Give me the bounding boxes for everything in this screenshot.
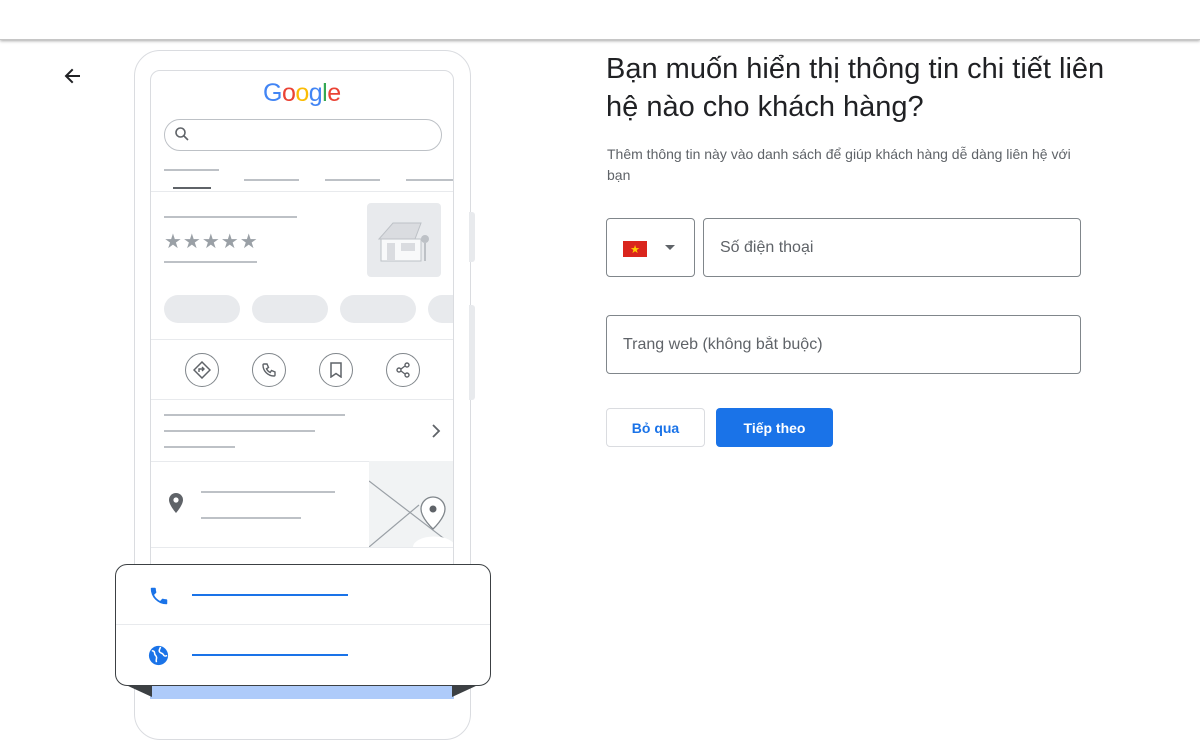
search-icon — [175, 127, 189, 141]
contact-website-row — [116, 625, 490, 685]
placeholder-line — [201, 491, 335, 493]
google-logo: Google — [263, 79, 341, 107]
page-title: Bạn muốn hiển thị thông tin chi tiết liê… — [606, 53, 1105, 123]
share-icon — [386, 353, 420, 387]
page-subtitle: Thêm thông tin này vào danh sách để giúp… — [607, 146, 1071, 183]
chip-placeholder — [428, 295, 453, 323]
divider — [151, 191, 453, 192]
storefront-icon — [377, 222, 429, 262]
website-field[interactable] — [606, 315, 1081, 374]
phone-side-button — [469, 305, 475, 400]
directions-icon — [185, 353, 219, 387]
top-app-bar — [0, 0, 1200, 40]
phone-input[interactable] — [704, 219, 1080, 276]
contact-phone-row — [116, 565, 490, 625]
phone-icon — [252, 353, 286, 387]
location-pin-icon — [169, 493, 183, 513]
map-thumbnail — [368, 461, 453, 548]
phone-placeholder-line — [192, 594, 348, 596]
back-button[interactable] — [58, 62, 86, 90]
chip-placeholder — [164, 295, 240, 323]
chevron-right-icon — [432, 424, 441, 438]
caret-down-icon — [665, 245, 675, 250]
placeholder-line — [164, 261, 257, 263]
country-code-select[interactable]: ★ — [606, 218, 695, 277]
placeholder-line — [164, 446, 235, 448]
phone-side-button — [469, 212, 475, 262]
phone-field[interactable] — [703, 218, 1081, 277]
divider — [151, 339, 453, 340]
divider — [151, 399, 453, 400]
arrow-back-icon — [64, 68, 80, 84]
bookmark-icon — [319, 353, 353, 387]
tab-indicator — [164, 169, 219, 171]
placeholder-line — [164, 430, 315, 432]
business-thumbnail — [367, 203, 441, 277]
divider — [151, 547, 453, 548]
placeholder-line — [164, 414, 345, 416]
tab-indicator — [406, 179, 453, 181]
website-input[interactable] — [607, 316, 1080, 373]
rating-stars: ★★★★★ — [164, 229, 259, 253]
card-highlight — [150, 685, 454, 699]
skip-button[interactable]: Bỏ qua — [606, 408, 705, 447]
website-placeholder-line — [192, 654, 348, 656]
chip-placeholder — [340, 295, 416, 323]
chip-placeholder — [252, 295, 328, 323]
tab-indicator — [173, 187, 211, 189]
contact-card — [115, 564, 491, 686]
vietnam-flag-icon: ★ — [623, 241, 647, 257]
phone-icon — [150, 587, 168, 605]
placeholder-line — [201, 517, 301, 519]
placeholder-line — [164, 216, 297, 218]
tab-indicator — [325, 179, 380, 181]
mini-search-bar — [164, 119, 442, 151]
globe-icon — [148, 645, 169, 666]
next-button[interactable]: Tiếp theo — [716, 408, 833, 447]
tab-indicator — [244, 179, 299, 181]
